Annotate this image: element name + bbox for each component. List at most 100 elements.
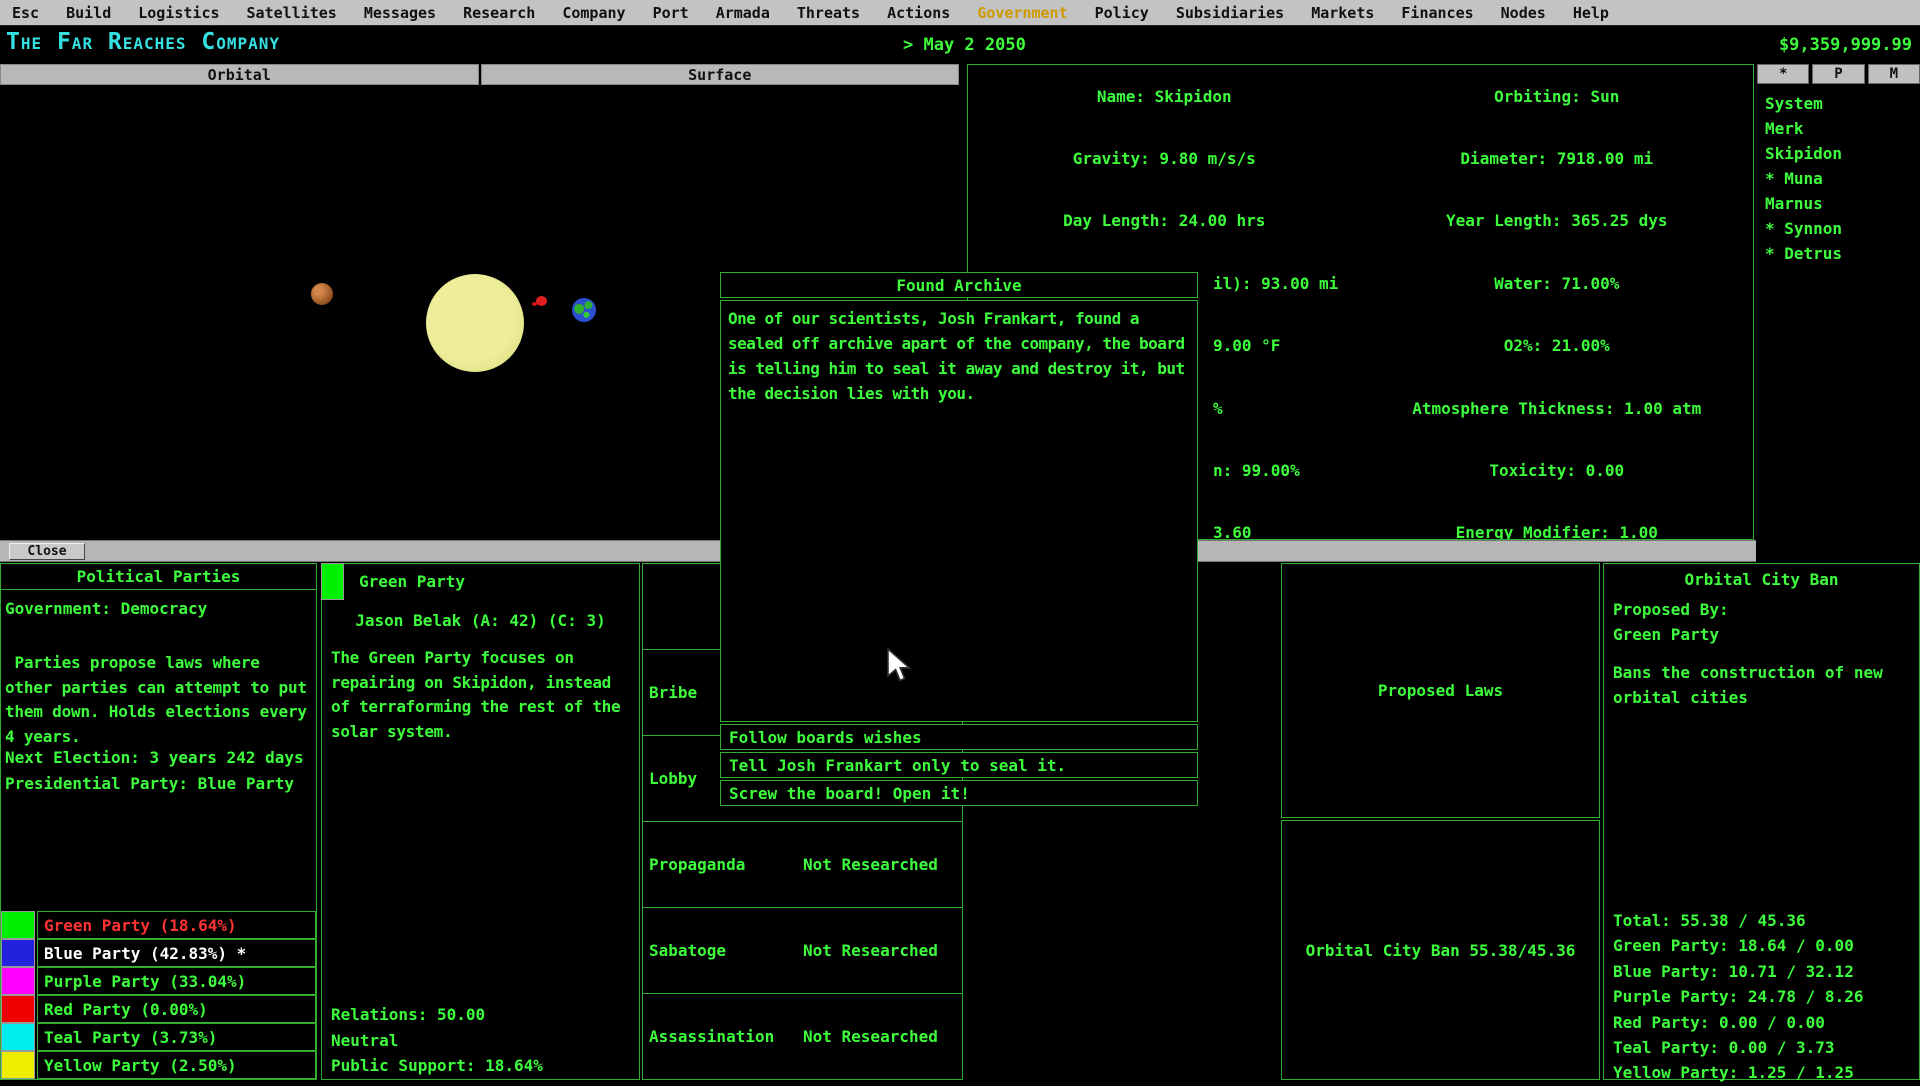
party-row-blue[interactable]: Blue Party (42.83%) * [1, 939, 316, 967]
action-row-assassination[interactable]: Assassination Not Researched [642, 993, 963, 1080]
found-archive-dialog: Found Archive One of our scientists, Jos… [720, 272, 1198, 806]
menu-finances[interactable]: Finances [1401, 4, 1473, 22]
menu-actions[interactable]: Actions [887, 4, 950, 22]
menu-logistics[interactable]: Logistics [138, 4, 219, 22]
system-list-item[interactable]: System [1765, 91, 1920, 116]
money-display: $9,359,999.99 [1779, 35, 1912, 55]
selected-party-name: Green Party [359, 572, 465, 591]
tab-orbital[interactable]: Orbital [0, 64, 479, 85]
action-status: Not Researched [803, 1027, 938, 1046]
menu-policy[interactable]: Policy [1095, 4, 1149, 22]
proposed-laws-list: Orbital City Ban 55.38/45.36 [1281, 820, 1600, 1080]
party-color-swatch [1, 995, 35, 1023]
planet-red[interactable] [536, 296, 547, 306]
party-label: Blue Party (42.83%) * [37, 939, 316, 967]
party-row-red[interactable]: Red Party (0.00%) [1, 995, 316, 1023]
menu-build[interactable]: Build [66, 4, 111, 22]
planet-year-length: Year Length: 365.25 dys [1361, 190, 1754, 252]
vote-line-teal: Teal Party: 0.00 / 3.73 [1613, 1035, 1863, 1060]
system-list-item[interactable]: * Muna [1765, 166, 1920, 191]
planet-day-length: Day Length: 24.00 hrs [968, 190, 1361, 252]
menu-subsidiaries[interactable]: Subsidiaries [1176, 4, 1284, 22]
presidential-party: Presidential Party: Blue Party [5, 774, 294, 793]
planet-diameter: Diameter: 7918.00 mi [1361, 127, 1754, 189]
law-detail-panel: Orbital City Ban Proposed By: Green Part… [1603, 563, 1920, 1080]
menu-port[interactable]: Port [653, 4, 689, 22]
planet-earthlike[interactable] [572, 298, 596, 322]
info-row: Day Length: 24.00 hrs Year Length: 365.2… [968, 190, 1753, 252]
party-color-swatch [1, 911, 35, 939]
game-screen: Esc Build Logistics Satellites Messages … [0, 0, 1920, 1080]
proposed-laws-header: Proposed Laws [1281, 563, 1600, 818]
action-label: Sabatoge [649, 941, 726, 960]
menu-nodes[interactable]: Nodes [1501, 4, 1546, 22]
menu-government[interactable]: Government [977, 4, 1067, 22]
dialog-option-open-it[interactable]: Screw the board! Open it! [720, 780, 1198, 806]
planet-o2: O2%: 21.00% [1361, 315, 1754, 377]
menu-help[interactable]: Help [1573, 4, 1609, 22]
action-row-sabatoge[interactable]: Sabatoge Not Researched [642, 907, 963, 994]
menu-esc[interactable]: Esc [12, 4, 39, 22]
government-description: Parties propose laws where other parties… [5, 651, 312, 749]
party-row-teal[interactable]: Teal Party (3.73%) [1, 1023, 316, 1051]
dialog-body-text: One of our scientists, Josh Frankart, fo… [720, 300, 1198, 722]
view-tab-bar: Orbital Surface [0, 64, 959, 85]
system-list-item[interactable]: Skipidon [1765, 141, 1920, 166]
system-list-item[interactable]: Marnus [1765, 191, 1920, 216]
menu-messages[interactable]: Messages [364, 4, 436, 22]
proposed-law-item[interactable]: Orbital City Ban 55.38/45.36 [1306, 941, 1576, 960]
sidebar-buttons: * P M [1757, 64, 1920, 84]
menu-threats[interactable]: Threats [797, 4, 860, 22]
party-public-support: Public Support: 18.64% [331, 1056, 543, 1075]
vote-line-purple: Purple Party: 24.78 / 8.26 [1613, 984, 1863, 1009]
vote-line-red: Red Party: 0.00 / 0.00 [1613, 1010, 1863, 1035]
planet-name: Name: Skipidon [968, 65, 1361, 127]
planet-orbiting: Orbiting: Sun [1361, 65, 1754, 127]
menu-markets[interactable]: Markets [1311, 4, 1374, 22]
planet-orange[interactable] [311, 283, 333, 305]
system-list-item[interactable]: * Synnon [1765, 216, 1920, 241]
government-type: Government: Democracy [5, 599, 207, 618]
vote-line-green: Green Party: 18.64 / 0.00 [1613, 933, 1863, 958]
party-row-green[interactable]: Green Party (18.64%) [1, 911, 316, 939]
vote-line-total: Total: 55.38 / 45.36 [1613, 908, 1863, 933]
sidebar-planets-button[interactable]: P [1812, 64, 1864, 84]
system-list-item[interactable]: Merk [1765, 116, 1920, 141]
tab-surface[interactable]: Surface [481, 64, 960, 85]
law-title: Orbital City Ban [1604, 570, 1919, 589]
party-row-purple[interactable]: Purple Party (33.04%) [1, 967, 316, 995]
party-color-swatch [1, 939, 35, 967]
party-stance: Neutral [331, 1031, 398, 1050]
action-row-propaganda[interactable]: Propaganda Not Researched [642, 821, 963, 908]
dialog-option-seal-only[interactable]: Tell Josh Frankart only to seal it. [720, 752, 1198, 778]
party-description: The Green Party focuses on repairing on … [331, 646, 635, 744]
menu-research[interactable]: Research [463, 4, 535, 22]
party-color-swatch [1, 967, 35, 995]
sun[interactable] [426, 274, 524, 372]
action-label: Lobby [649, 769, 697, 788]
party-row-yellow[interactable]: Yellow Party (2.50%) [1, 1051, 316, 1079]
menu-armada[interactable]: Armada [716, 4, 770, 22]
sidebar-moons-button[interactable]: M [1868, 64, 1920, 84]
party-color-swatch [1, 1023, 35, 1051]
menu-satellites[interactable]: Satellites [247, 4, 337, 22]
top-menu-bar: Esc Build Logistics Satellites Messages … [0, 0, 1920, 26]
company-logo: The Far Reaches Company [6, 29, 280, 55]
title-bar: The Far Reaches Company > May 2 2050 $9,… [0, 26, 1920, 60]
action-status: Not Researched [803, 855, 938, 874]
party-list: Green Party (18.64%) Blue Party (42.83%)… [1, 911, 316, 1079]
dialog-option-follow-board[interactable]: Follow boards wishes [720, 724, 1198, 750]
party-label: Purple Party (33.04%) [37, 967, 316, 995]
sidebar-star-button[interactable]: * [1757, 64, 1809, 84]
law-proposed-by: Green Party [1613, 625, 1719, 644]
law-proposed-by-label: Proposed By: [1613, 600, 1729, 619]
close-button[interactable]: Close [9, 543, 85, 560]
system-list-item[interactable]: * Detrus [1765, 241, 1920, 266]
law-description: Bans the construction of new orbital cit… [1613, 660, 1911, 710]
party-label: Red Party (0.00%) [37, 995, 316, 1023]
menu-company[interactable]: Company [562, 4, 625, 22]
party-label: Teal Party (3.73%) [37, 1023, 316, 1051]
planet-toxicity: Toxicity: 0.00 [1361, 439, 1754, 501]
selected-party-swatch [321, 563, 344, 600]
planet-gravity: Gravity: 9.80 m/s/s [968, 127, 1361, 189]
